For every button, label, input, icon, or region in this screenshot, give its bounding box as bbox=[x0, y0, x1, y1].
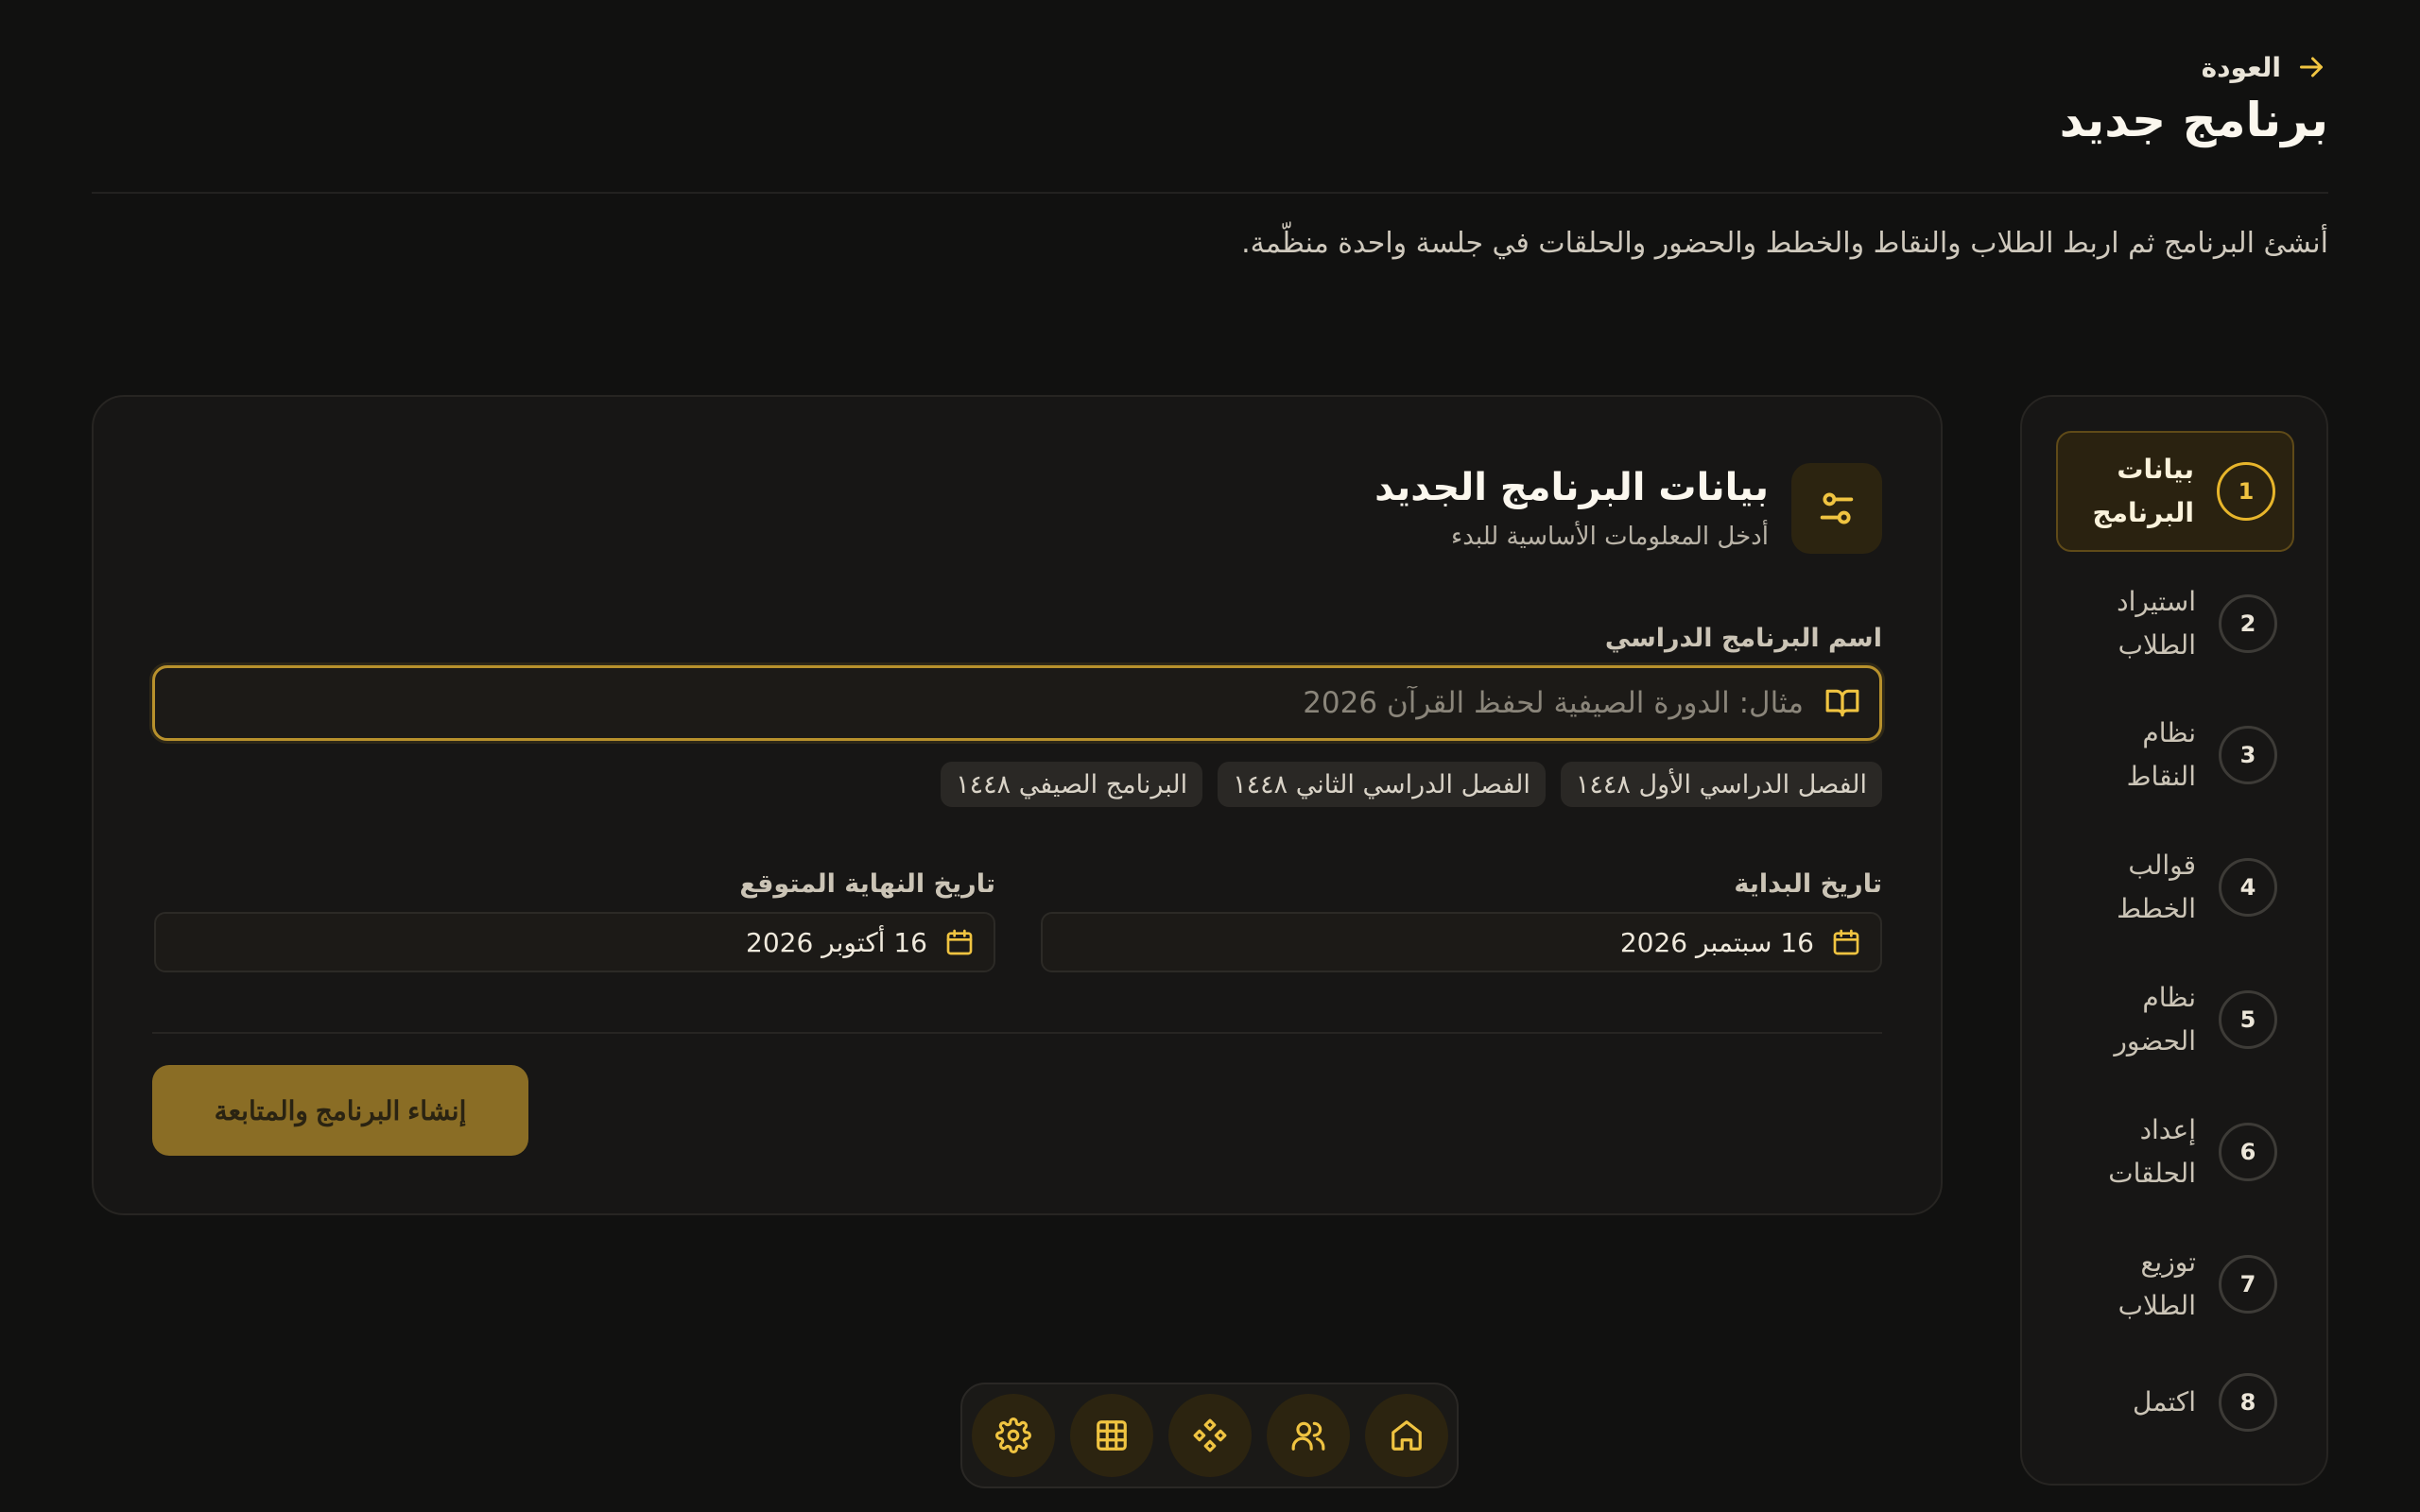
settings-button[interactable] bbox=[971, 1394, 1055, 1477]
step-label: قوالب الخطط bbox=[2117, 850, 2196, 924]
back-label: العودة bbox=[2201, 51, 2281, 83]
step-label: بيانات البرنامج bbox=[2092, 454, 2194, 528]
program-name-input[interactable] bbox=[155, 686, 1804, 720]
step-number: 2 bbox=[2219, 594, 2277, 653]
step-plan-templates[interactable]: 4 قوالب الخطط bbox=[2056, 827, 2294, 948]
start-date-label: تاريخ البداية bbox=[1734, 869, 1882, 899]
program-name-label: اسم البرنامج الدراسي bbox=[1604, 624, 1882, 653]
users-button[interactable] bbox=[1266, 1394, 1350, 1477]
page: العودة برنامج جديد أنشئ البرنامج ثم اربط… bbox=[0, 0, 2420, 1512]
step-complete[interactable]: 8 اكتمل bbox=[2056, 1342, 2294, 1463]
grid-icon bbox=[1096, 1420, 1127, 1451]
step-number: 8 bbox=[2219, 1373, 2277, 1432]
shapes-button[interactable] bbox=[1167, 1394, 1252, 1477]
shapes-icon bbox=[1193, 1418, 1226, 1452]
step-number: 3 bbox=[2219, 726, 2277, 784]
step-circles-setup[interactable]: 6 إعداد الحلقات bbox=[2056, 1091, 2294, 1212]
name-suggestions: الفصل الدراسي الأول ١٤٤٨ الفصل الدراسي ا… bbox=[941, 762, 1882, 807]
start-date-value: 16 سبتمبر 2026 bbox=[1619, 926, 1814, 958]
arrow-right-icon bbox=[2300, 57, 2323, 77]
step-program-info[interactable]: 1 بيانات البرنامج bbox=[2056, 431, 2294, 552]
step-number: 1 bbox=[2217, 462, 2275, 521]
step-label: نظام الحضور bbox=[2114, 982, 2196, 1057]
card-icon-box bbox=[1791, 463, 1882, 554]
step-number: 4 bbox=[2219, 858, 2277, 917]
card-divider bbox=[152, 1032, 1882, 1034]
home-icon bbox=[1391, 1420, 1422, 1451]
settings-icon bbox=[994, 1418, 1031, 1453]
step-number: 6 bbox=[2219, 1123, 2277, 1181]
grid-button[interactable] bbox=[1069, 1394, 1153, 1477]
suggestion-chip[interactable]: الفصل الدراسي الأول ١٤٤٨ bbox=[1560, 762, 1882, 807]
card-title: بيانات البرنامج الجديد bbox=[1374, 466, 1769, 509]
program-name-field[interactable] bbox=[152, 665, 1882, 741]
step-import-students[interactable]: 2 استيراد الطلاب bbox=[2056, 563, 2294, 684]
step-student-distribution[interactable]: 7 توزيع الطلاب bbox=[2056, 1224, 2294, 1345]
step-label: توزيع الطلاب bbox=[2118, 1246, 2196, 1321]
sliders-icon bbox=[1820, 492, 1854, 524]
step-label: استيراد الطلاب bbox=[2117, 586, 2196, 661]
users-icon bbox=[1291, 1421, 1324, 1451]
card-header: بيانات البرنامج الجديد أدخل المعلومات ال… bbox=[1374, 463, 1882, 554]
suggestion-chip[interactable]: الفصل الدراسي الثاني ١٤٤٨ bbox=[1218, 762, 1546, 807]
end-date-field[interactable]: 16 أكتوبر 2026 bbox=[154, 912, 995, 972]
end-date-label: تاريخ النهاية المتوقع bbox=[739, 869, 995, 899]
step-label: إعداد الحلقات bbox=[2108, 1114, 2196, 1189]
bottom-dock bbox=[960, 1383, 1459, 1488]
card-titles: بيانات البرنامج الجديد أدخل المعلومات ال… bbox=[1374, 466, 1769, 551]
book-open-icon bbox=[1825, 689, 1859, 717]
calendar-icon bbox=[946, 929, 973, 955]
card-subtitle: أدخل المعلومات الأساسية للبدء bbox=[1450, 523, 1769, 551]
home-button[interactable] bbox=[1364, 1394, 1448, 1477]
page-title: برنامج جديد bbox=[2059, 93, 2328, 147]
step-label: اكتمل bbox=[2133, 1386, 2196, 1418]
suggestion-chip[interactable]: البرنامج الصيفي ١٤٤٨ bbox=[941, 762, 1203, 807]
program-form-card: بيانات البرنامج الجديد أدخل المعلومات ال… bbox=[92, 395, 1943, 1215]
page-header: العودة برنامج جديد bbox=[92, 45, 2328, 194]
step-attendance-system[interactable]: 5 نظام الحضور bbox=[2056, 959, 2294, 1080]
step-number: 5 bbox=[2219, 990, 2277, 1049]
step-points-system[interactable]: 3 نظام النقاط bbox=[2056, 695, 2294, 816]
step-number: 7 bbox=[2219, 1255, 2277, 1314]
calendar-icon bbox=[1833, 929, 1859, 955]
end-date-value: 16 أكتوبر 2026 bbox=[746, 926, 927, 958]
create-program-label: إنشاء البرنامج والمتابعة bbox=[214, 1095, 467, 1125]
start-date-field[interactable]: 16 سبتمبر 2026 bbox=[1041, 912, 1882, 972]
page-description: أنشئ البرنامج ثم اربط الطلاب والنقاط وال… bbox=[1241, 227, 2328, 260]
back-link[interactable]: العودة bbox=[2202, 50, 2328, 84]
step-label: نظام النقاط bbox=[2126, 717, 2196, 792]
setup-stepper: 1 بيانات البرنامج 2 استيراد الطلاب 3 نظا… bbox=[2020, 395, 2328, 1486]
create-program-button[interactable]: إنشاء البرنامج والمتابعة bbox=[152, 1065, 528, 1156]
